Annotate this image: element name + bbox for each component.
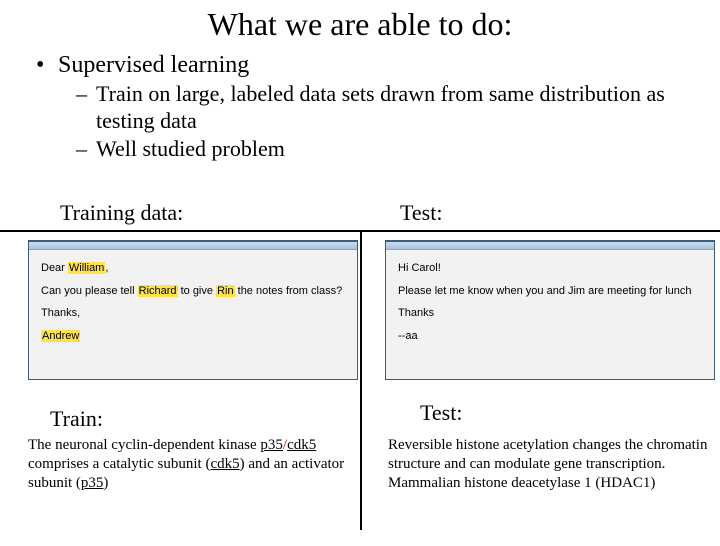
abstract-text: comprises a catalytic subunit ( [28,456,210,472]
email-thanks: Thanks [398,305,702,322]
highlight-name: Andrew [41,330,80,342]
email-text: Can you please tell [41,285,138,297]
label-train: Train: [50,406,103,432]
underline-term: p35 [81,475,104,491]
abstract-left: The neuronal cyclin-dependent kinase p35… [28,436,348,492]
abstract-text: The neuronal cyclin-dependent kinase [28,437,260,453]
subbullet-well-studied: Well studied problem [76,135,720,163]
label-training-data: Training data: [60,200,360,226]
email-titlebar [386,242,714,250]
abstract-text: ) [103,475,108,491]
email-greeting: Dear William, [41,260,345,277]
email-window-left: Dear William, Can you please tell Richar… [28,240,358,380]
email-body-right: Hi Carol! Please let me know when you an… [386,250,714,358]
underline-term: cdk5 [287,437,316,453]
bullet-list: Supervised learning Train on large, labe… [36,51,720,162]
subbullet-train-on-large: Train on large, labeled data sets drawn … [76,80,720,135]
email-window-right: Hi Carol! Please let me know when you an… [385,240,715,380]
underline-term: p35 [260,437,283,453]
abstract-right: Reversible histone acetylation changes t… [388,436,708,492]
email-body-left: Dear William, Can you please tell Richar… [29,250,357,358]
highlight-name: William [68,262,105,274]
slide: What we are able to do: Supervised learn… [0,6,720,546]
label-test: Test: [400,200,720,226]
email-signature: Andrew [41,328,345,345]
email-text: the notes from class? [235,285,343,297]
email-text: Dear [41,262,68,274]
slide-title: What we are able to do: [0,6,720,43]
label-test-2: Test: [420,400,462,426]
email-text: , [105,262,108,274]
email-thanks: Thanks, [41,305,345,322]
email-line: Please let me know when you and Jim are … [398,283,702,300]
two-column-region: Training data: Test: Dear William, Can y… [0,196,720,546]
underline-term: cdk5 [210,456,239,472]
bullet-supervised: Supervised learning [36,51,720,80]
email-signature: --aa [398,328,702,345]
email-titlebar [29,242,357,250]
email-line: Can you please tell Richard to give Rin … [41,283,345,300]
highlight-name: Rin [216,285,235,297]
email-text: to give [178,285,217,297]
highlight-name: Richard [138,285,178,297]
email-greeting: Hi Carol! [398,260,702,277]
